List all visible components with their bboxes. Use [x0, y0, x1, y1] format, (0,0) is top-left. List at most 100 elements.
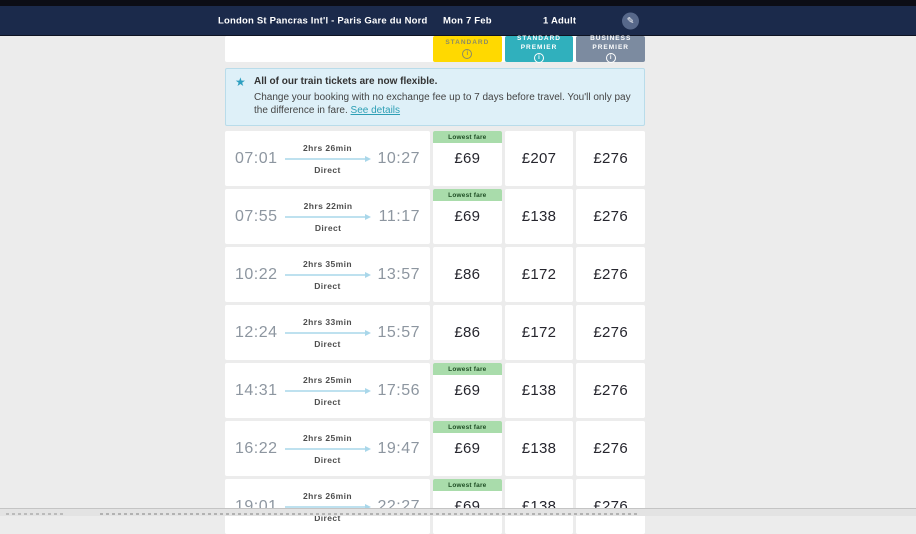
banner-title: All of our train tickets are now flexibl… — [254, 76, 438, 87]
journey-stops: Direct — [314, 396, 341, 407]
lowest-fare-badge: Lowest fare — [433, 421, 502, 433]
fare-standard-premier-cell[interactable]: £138 — [504, 421, 574, 476]
train-results-list: 07:01 2hrs 26min Direct 10:27 Lowest far… — [225, 131, 646, 534]
fare-business-premier-cell[interactable]: £276 — [576, 363, 646, 418]
fare-price: £138 — [521, 382, 557, 399]
fare-standard-premier-cell[interactable]: £172 — [504, 305, 574, 360]
fare-price: £207 — [521, 150, 557, 167]
lowest-fare-badge: Lowest fare — [433, 479, 502, 491]
journey-stops: Direct — [314, 280, 341, 291]
journey-duration: 2hrs 22min — [303, 200, 353, 211]
journey-duration: 2hrs 25min — [303, 374, 352, 385]
passenger-count-label: 1 Adult — [543, 15, 577, 26]
fare-standard-cell[interactable]: Lowest fare £69 — [433, 363, 502, 418]
tab-standard[interactable]: STANDARD i — [433, 36, 502, 62]
fare-business-premier-cell[interactable]: £276 — [576, 479, 646, 534]
journey-mid-block: 2hrs 35min Direct — [284, 259, 372, 291]
fare-standard-cell[interactable]: £86 — [433, 247, 502, 302]
arrive-time: 13:57 — [377, 265, 420, 283]
fare-price: £86 — [454, 266, 481, 283]
fare-standard-premier-cell[interactable]: £138 — [504, 479, 574, 534]
fare-price: £138 — [521, 440, 557, 457]
fare-business-premier-cell[interactable]: £276 — [576, 305, 646, 360]
fare-price: £69 — [454, 382, 481, 399]
tab-business-premier[interactable]: BUSINESS PREMIER i — [576, 35, 646, 63]
journey-mid-block: 2hrs 26min Direct — [284, 143, 372, 175]
fare-price: £276 — [593, 440, 628, 457]
tab-standard-premier-label: STANDARD — [517, 35, 561, 43]
journey-mid-block: 2hrs 25min Direct — [284, 433, 372, 465]
info-icon[interactable]: i — [605, 52, 616, 63]
journey-mid-block: 2hrs 22min Direct — [284, 201, 372, 233]
tab-standard-label: STANDARD — [445, 39, 490, 47]
fare-price: £172 — [521, 324, 557, 341]
info-icon[interactable]: i — [462, 48, 473, 59]
banner-body: Change your booking with no exchange fee… — [254, 91, 634, 117]
see-details-link[interactable]: See details — [351, 105, 400, 116]
train-row: 12:24 2hrs 33min Direct 15:57 £86 £172 £… — [225, 305, 646, 360]
journey-duration: 2hrs 25min — [303, 432, 352, 443]
arrive-time: 11:17 — [378, 207, 420, 225]
fare-price: £276 — [593, 382, 628, 399]
journey-arrow-icon — [284, 329, 371, 336]
fare-standard-cell[interactable]: Lowest fare £69 — [433, 131, 502, 186]
depart-time: 16:22 — [235, 439, 278, 457]
journey-times-cell: 16:22 2hrs 25min Direct 19:47 — [225, 421, 430, 476]
fare-standard-premier-cell[interactable]: £138 — [504, 363, 574, 418]
fare-standard-premier-cell[interactable]: £207 — [504, 131, 574, 186]
travel-date-label: Mon 7 Feb — [443, 15, 492, 26]
edit-search-button[interactable]: ✎ — [622, 12, 639, 29]
train-row: 19:01 2hrs 26min Direct 22:27 Lowest far… — [225, 479, 646, 534]
journey-times-cell: 12:24 2hrs 33min Direct 15:57 — [225, 305, 430, 360]
journey-arrow-icon — [284, 445, 371, 452]
journey-mid-block: 2hrs 33min Direct — [284, 317, 372, 349]
fare-business-premier-cell[interactable]: £276 — [576, 189, 646, 244]
journey-arrow-icon — [284, 271, 371, 278]
journey-arrow-icon — [285, 213, 372, 220]
banner-body-text: Change your booking with no exchange fee… — [254, 92, 631, 116]
journey-mid-block: 2hrs 26min Direct — [284, 491, 372, 523]
info-icon[interactable]: i — [534, 52, 544, 63]
arrive-time: 17:56 — [377, 381, 420, 399]
fare-class-header-spacer — [225, 36, 430, 62]
depart-time: 10:22 — [235, 265, 278, 283]
tab-standard-premier[interactable]: STANDARD PREMIER i — [504, 35, 574, 63]
fare-standard-cell[interactable]: Lowest fare £69 — [433, 189, 502, 244]
tab-standard-premier-label2: PREMIER — [520, 43, 558, 51]
depart-time: 07:01 — [235, 149, 278, 167]
journey-times-cell: 14:31 2hrs 25min Direct 17:56 — [225, 363, 430, 418]
arrive-time: 15:57 — [377, 323, 420, 341]
tab-business-premier-label2: PREMIER — [592, 43, 629, 51]
fare-business-premier-cell[interactable]: £276 — [576, 421, 646, 476]
fare-price: £86 — [454, 324, 481, 341]
fare-price: £172 — [521, 266, 557, 283]
journey-stops: Direct — [314, 338, 341, 349]
lowest-fare-badge: Lowest fare — [433, 189, 502, 201]
journey-mid-block: 2hrs 25min Direct — [284, 375, 372, 407]
train-row: 16:22 2hrs 25min Direct 19:47 Lowest far… — [225, 421, 646, 476]
journey-duration: 2hrs 33min — [303, 316, 352, 327]
fare-price: £276 — [593, 266, 628, 283]
fare-business-premier-cell[interactable]: £276 — [576, 131, 646, 186]
journey-times-cell: 19:01 2hrs 26min Direct 22:27 — [225, 479, 430, 534]
journey-duration: 2hrs 26min — [303, 490, 352, 501]
fare-price: £138 — [521, 208, 557, 225]
train-row: 07:01 2hrs 26min Direct 10:27 Lowest far… — [225, 131, 646, 186]
fare-standard-cell[interactable]: Lowest fare £69 — [433, 421, 502, 476]
route-label: London St Pancras Int'l - Paris Gare du … — [218, 15, 428, 26]
arrive-time: 10:27 — [377, 149, 420, 167]
fare-standard-premier-cell[interactable]: £172 — [504, 247, 574, 302]
depart-time: 12:24 — [235, 323, 278, 341]
lowest-fare-badge: Lowest fare — [433, 363, 502, 375]
train-row: 07:55 2hrs 22min Direct 11:17 Lowest far… — [225, 189, 646, 244]
journey-duration: 2hrs 26min — [303, 142, 352, 153]
fare-business-premier-cell[interactable]: £276 — [576, 247, 646, 302]
arrive-time: 19:47 — [377, 439, 420, 457]
fare-standard-premier-cell[interactable]: £138 — [504, 189, 574, 244]
depart-time: 07:55 — [235, 207, 278, 225]
fare-standard-cell[interactable]: £86 — [433, 305, 502, 360]
fare-price: £276 — [593, 150, 628, 167]
results-panel: STANDARD i STANDARD PREMIER i BUSINESS P… — [225, 35, 646, 534]
journey-times-cell: 07:55 2hrs 22min Direct 11:17 — [225, 189, 430, 244]
fare-standard-cell[interactable]: Lowest fare £69 — [433, 479, 502, 534]
